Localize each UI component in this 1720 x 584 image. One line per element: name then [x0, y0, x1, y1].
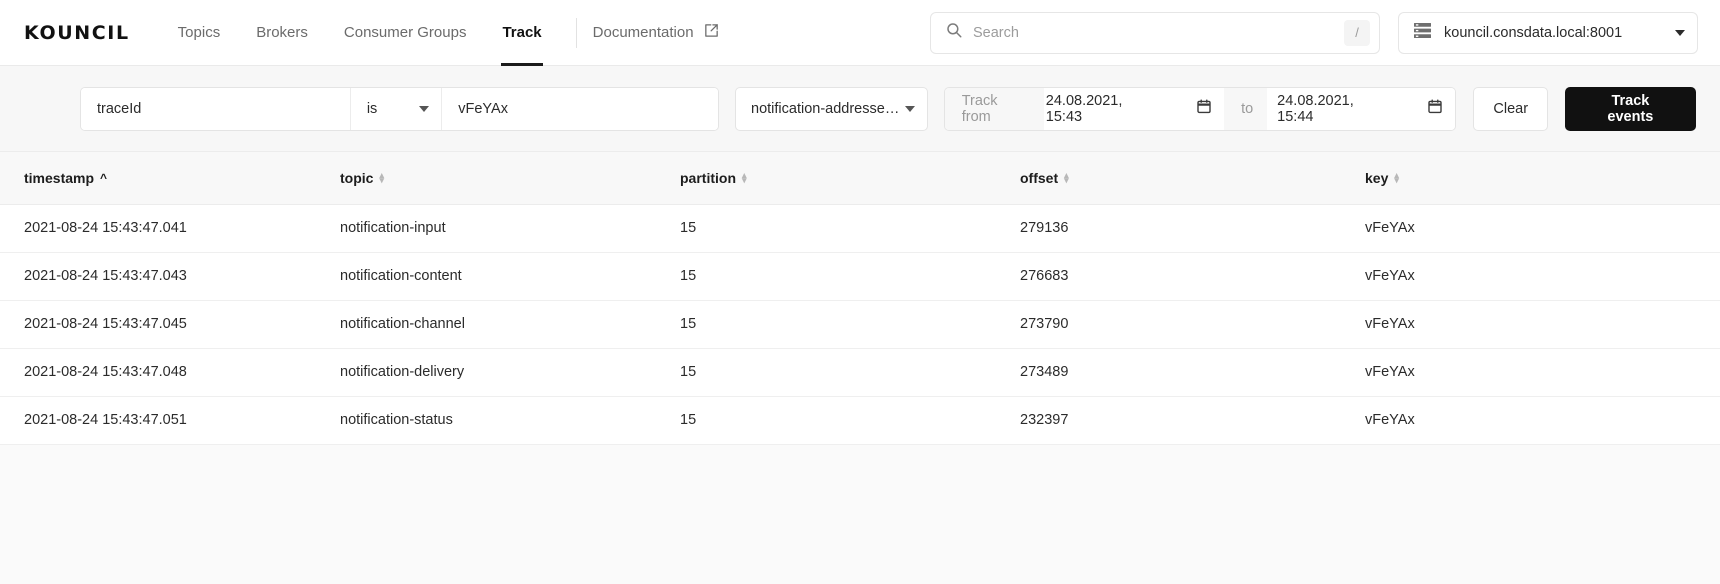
cell-timestamp: 2021-08-24 15:43:47.043: [0, 252, 340, 301]
documentation-link[interactable]: Documentation: [593, 22, 720, 43]
sort-none-icon: ▴ ▾: [742, 169, 747, 185]
search-box[interactable]: /: [930, 11, 1380, 54]
app-root: KOUNCIL Topics Brokers Consumer Groups T…: [0, 0, 1720, 584]
cell-topic: notification-status: [340, 396, 680, 445]
filter-field-input[interactable]: traceId: [81, 87, 351, 130]
chevron-down-icon: [904, 105, 915, 112]
track-from-input[interactable]: 24.08.2021, 15:43: [1043, 87, 1225, 130]
cell-key: vFeYAx: [1365, 348, 1720, 397]
cell-key: vFeYAx: [1365, 204, 1720, 253]
nav-item-track[interactable]: Track: [484, 0, 559, 66]
cell-partition: 15: [680, 252, 1020, 301]
cell-partition: 15: [680, 396, 1020, 445]
clear-button[interactable]: Clear: [1473, 86, 1548, 131]
filter-value-input[interactable]: vFeYAx: [442, 87, 719, 130]
events-table: timestamp ^ topic ▴ ▾ partition ▴ ▾ offs…: [0, 152, 1720, 445]
column-header-label: partition: [680, 169, 736, 186]
table-row[interactable]: 2021-08-24 15:43:47.043 notification-con…: [0, 252, 1720, 301]
filter-operator-select[interactable]: is: [350, 87, 443, 130]
nav-item-label: Track: [502, 24, 542, 41]
server-selector[interactable]: kouncil.consdata.local:8001: [1398, 11, 1698, 54]
table-row[interactable]: 2021-08-24 15:43:47.041 notification-inp…: [0, 204, 1720, 253]
table-row[interactable]: 2021-08-24 15:43:47.051 notification-sta…: [0, 396, 1720, 445]
filter-group: traceId is vFeYAx: [80, 86, 720, 131]
nav-item-consumer-groups[interactable]: Consumer Groups: [326, 0, 485, 66]
cell-offset: 273489: [1020, 348, 1365, 397]
chevron-down-icon: [1675, 29, 1685, 36]
cell-partition: 15: [680, 204, 1020, 253]
top-header: KOUNCIL Topics Brokers Consumer Groups T…: [0, 0, 1720, 66]
track-to-label: to: [1224, 87, 1268, 130]
cell-key: vFeYAx: [1365, 396, 1720, 445]
cell-key: vFeYAx: [1365, 300, 1720, 349]
filter-operator-value: is: [366, 100, 378, 117]
cell-topic: notification-content: [340, 252, 680, 301]
search-input[interactable]: [963, 23, 1344, 42]
sort-asc-icon: ^: [100, 170, 108, 185]
date-range-group: Track from 24.08.2021, 15:43 to 24.08.20…: [943, 86, 1457, 131]
events-table-body: 2021-08-24 15:43:47.041 notification-inp…: [0, 204, 1720, 445]
column-header-offset[interactable]: offset ▴ ▾: [1020, 152, 1365, 205]
track-to-value: 24.08.2021, 15:44: [1277, 92, 1354, 125]
table-header-row: timestamp ^ topic ▴ ▾ partition ▴ ▾ offs…: [0, 152, 1720, 205]
nav-item-label: Consumer Groups: [343, 24, 467, 41]
column-header-key[interactable]: key ▴ ▾: [1365, 152, 1720, 205]
nav-divider: [575, 17, 577, 48]
search-icon: [945, 21, 963, 44]
nav-item-topics[interactable]: Topics: [160, 0, 239, 66]
cell-topic: notification-channel: [340, 300, 680, 349]
search-shortcut-key: /: [1344, 19, 1370, 46]
filter-value-text: vFeYAx: [458, 100, 508, 117]
sort-none-icon: ▴ ▾: [1064, 169, 1069, 185]
column-header-label: offset: [1020, 169, 1059, 186]
cell-topic: notification-input: [340, 204, 680, 253]
cell-offset: 273790: [1020, 300, 1365, 349]
filter-toolbar: traceId is vFeYAx notification-addressee…: [0, 66, 1720, 152]
cell-timestamp: 2021-08-24 15:43:47.051: [0, 396, 340, 445]
cell-timestamp: 2021-08-24 15:43:47.045: [0, 300, 340, 349]
table-row[interactable]: 2021-08-24 15:43:47.045 notification-cha…: [0, 300, 1720, 349]
topic-select[interactable]: notification-addressee...: [735, 86, 928, 131]
track-from-label: Track from: [944, 87, 1044, 130]
column-header-topic[interactable]: topic ▴ ▾: [340, 152, 680, 205]
cell-key: vFeYAx: [1365, 252, 1720, 301]
column-header-timestamp[interactable]: timestamp ^: [0, 152, 340, 205]
cell-timestamp: 2021-08-24 15:43:47.041: [0, 204, 340, 253]
sort-none-icon: ▴ ▾: [1394, 169, 1399, 185]
cell-partition: 15: [680, 348, 1020, 397]
track-to-input[interactable]: 24.08.2021, 15:44: [1267, 87, 1456, 130]
calendar-icon[interactable]: [1428, 99, 1443, 118]
app-logo[interactable]: KOUNCIL: [24, 22, 130, 44]
sort-none-icon: ▴ ▾: [379, 169, 384, 185]
column-header-partition[interactable]: partition ▴ ▾: [680, 152, 1020, 205]
chevron-down-icon: [419, 105, 430, 112]
main-nav: Topics Brokers Consumer Groups Track Doc…: [160, 0, 720, 66]
cell-partition: 15: [680, 300, 1020, 349]
cell-offset: 276683: [1020, 252, 1365, 301]
track-events-button[interactable]: Track events: [1564, 86, 1696, 131]
filter-field-value: traceId: [97, 100, 142, 117]
events-table-wrapper: timestamp ^ topic ▴ ▾ partition ▴ ▾ offs…: [0, 152, 1720, 445]
cell-offset: 232397: [1020, 396, 1365, 445]
column-header-label: timestamp: [24, 169, 95, 186]
documentation-label: Documentation: [592, 24, 694, 41]
server-name-label: kouncil.consdata.local:8001: [1444, 24, 1623, 41]
nav-item-brokers[interactable]: Brokers: [238, 0, 326, 66]
nav-item-label: Brokers: [256, 24, 308, 41]
column-header-label: key: [1365, 169, 1389, 186]
external-link-icon: [703, 22, 720, 43]
nav-item-label: Topics: [177, 24, 221, 41]
calendar-icon[interactable]: [1197, 99, 1211, 118]
cell-timestamp: 2021-08-24 15:43:47.048: [0, 348, 340, 397]
table-row[interactable]: 2021-08-24 15:43:47.048 notification-del…: [0, 348, 1720, 397]
topic-select-value: notification-addressee...: [751, 100, 904, 117]
column-header-label: topic: [340, 169, 374, 186]
events-table-head: timestamp ^ topic ▴ ▾ partition ▴ ▾ offs…: [0, 152, 1720, 205]
track-from-value: 24.08.2021, 15:43: [1045, 92, 1123, 125]
cell-topic: notification-delivery: [340, 348, 680, 397]
cell-offset: 279136: [1020, 204, 1365, 253]
server-stack-icon: [1413, 22, 1432, 44]
